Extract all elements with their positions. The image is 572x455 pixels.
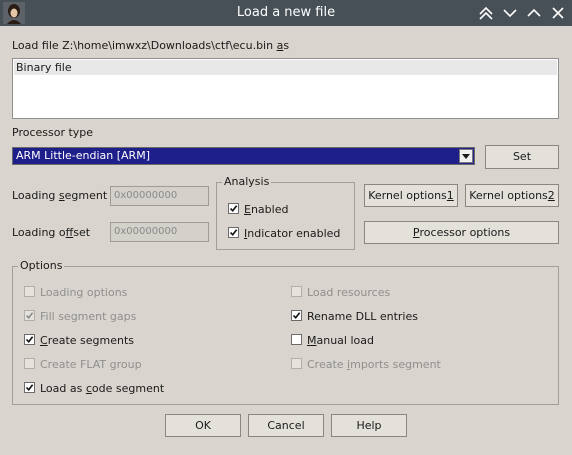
load-file-label: Load file Z:\home\imwxz\Downloads\ctf\ec… (12, 39, 290, 52)
minimize-icon[interactable] (499, 3, 521, 23)
create-imports-segment-label: Create imports segment (307, 358, 441, 371)
kernel-options-1-button[interactable]: Kernel options 1 (364, 184, 458, 207)
loading-options-checkbox[interactable] (24, 286, 35, 297)
help-button[interactable]: Help (331, 414, 407, 437)
load-as-code-segment-label: Load as code segment (40, 382, 165, 395)
loading-offset-label: Loading offset (12, 226, 91, 239)
processor-type-select[interactable]: ARM Little-endian [ARM] (12, 147, 475, 165)
processor-options-button[interactable]: Processor options (364, 221, 559, 244)
create-segments-checkbox[interactable] (24, 334, 35, 345)
analysis-group-title: Analysis (222, 175, 272, 188)
load-as-code-segment-checkbox[interactable] (24, 382, 35, 393)
load-resources-label: Load resources (307, 286, 391, 299)
fill-segment-gaps-checkbox[interactable] (24, 310, 35, 321)
indicator-enabled-label: Indicator enabled (244, 227, 341, 240)
check-icon (25, 312, 34, 320)
file-path: Z:\home\imwxz\Downloads\ctf\ecu.bin (62, 39, 274, 52)
enabled-label: Enabled (244, 203, 289, 216)
file-type-list[interactable]: Binary file (12, 58, 559, 119)
manual-load-checkbox[interactable] (291, 334, 302, 345)
maximize-icon[interactable] (523, 3, 545, 23)
set-button[interactable]: Set (485, 145, 559, 169)
ok-button[interactable]: OK (165, 414, 241, 437)
loading-offset-field[interactable]: 0x00000000 (110, 222, 209, 242)
check-icon (229, 205, 238, 213)
title-bar: Load a new file (0, 0, 572, 26)
loading-segment-label: Loading segment (12, 189, 108, 202)
options-group-title: Options (18, 259, 65, 272)
enabled-checkbox[interactable] (228, 203, 239, 214)
processor-type-label: Processor type (12, 126, 94, 139)
check-icon (229, 229, 238, 237)
check-icon (25, 336, 34, 344)
create-flat-group-label: Create FLAT group (40, 358, 142, 371)
list-item[interactable]: Binary file (14, 60, 557, 75)
load-resources-checkbox[interactable] (291, 286, 302, 297)
manual-load-label: Manual load (307, 334, 374, 347)
kernel-options-2-button[interactable]: Kernel options 2 (465, 184, 559, 207)
rename-dll-entries-checkbox[interactable] (291, 310, 302, 321)
create-imports-segment-checkbox[interactable] (291, 358, 302, 369)
indicator-enabled-checkbox[interactable] (228, 227, 239, 238)
keep-above-icon[interactable] (475, 3, 497, 23)
create-flat-group-checkbox[interactable] (24, 358, 35, 369)
check-icon (292, 312, 301, 320)
rename-dll-entries-label: Rename DLL entries (307, 310, 418, 323)
create-segments-label: Create segments (40, 334, 135, 347)
cancel-button[interactable]: Cancel (248, 414, 324, 437)
processor-type-value: ARM Little-endian [ARM] (16, 149, 150, 162)
check-icon (25, 384, 34, 392)
fill-segment-gaps-label: Fill segment gaps (40, 310, 137, 323)
close-icon[interactable] (547, 3, 569, 23)
loading-options-label: Loading options (40, 286, 128, 299)
loading-segment-field[interactable]: 0x00000000 (110, 186, 209, 206)
chevron-down-icon[interactable] (459, 149, 473, 163)
